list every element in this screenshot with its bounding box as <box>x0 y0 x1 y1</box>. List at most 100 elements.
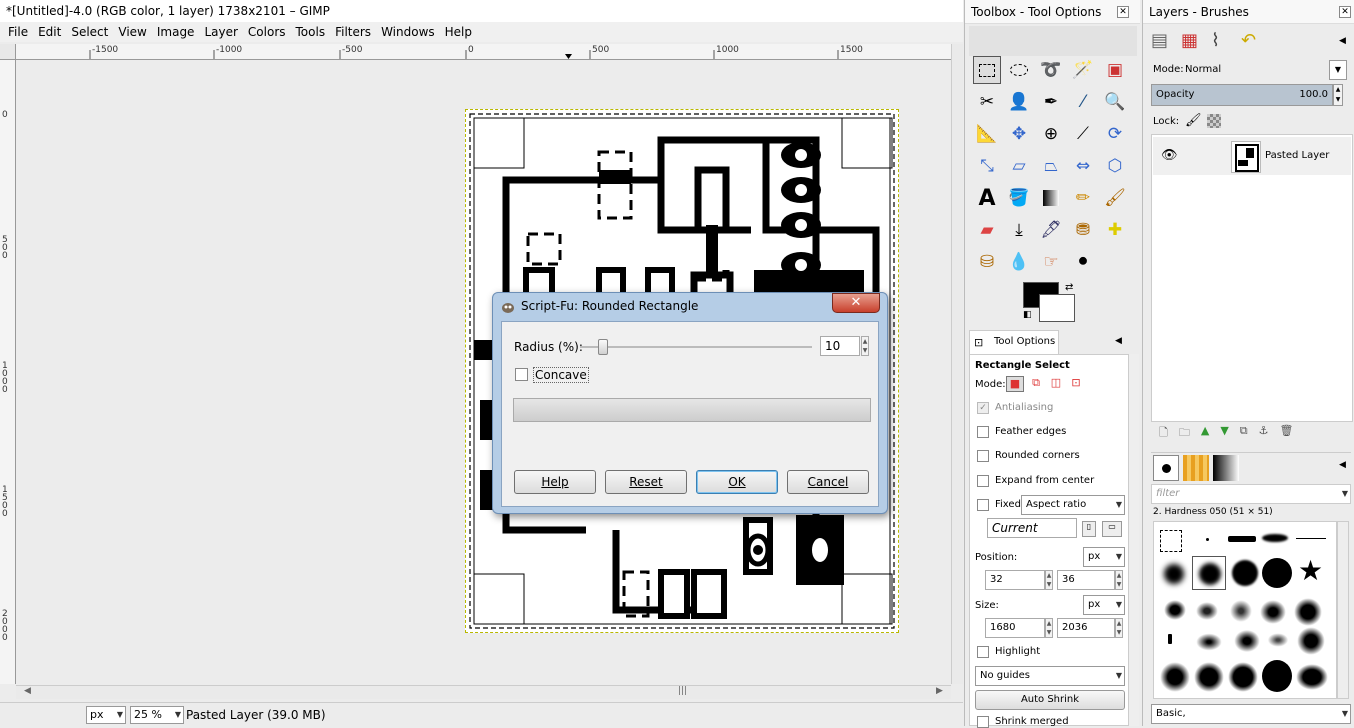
crop-icon[interactable]: ⟋ <box>1069 120 1097 148</box>
fixed-checkbox[interactable] <box>977 499 989 511</box>
horizontal-ruler[interactable]: -1500 -1000 -500 0 500 1000 1500 <box>16 44 951 60</box>
brush-item[interactable] <box>1196 602 1218 620</box>
shear-icon[interactable]: ▱ <box>1005 152 1033 180</box>
auto-shrink-button[interactable]: Auto Shrink <box>975 690 1125 710</box>
unit-select[interactable]: px ▼ <box>86 706 126 724</box>
size-height-input[interactable]: 2036 <box>1057 618 1115 638</box>
free-select-icon[interactable]: ➰ <box>1037 56 1065 84</box>
rounded-corners-checkbox[interactable] <box>977 450 989 462</box>
fuzzy-select-icon[interactable]: 🪄 <box>1069 56 1097 84</box>
paths-tab-icon[interactable]: ⌇ <box>1211 30 1237 56</box>
background-color[interactable] <box>1039 294 1075 322</box>
position-x-input[interactable]: 32 <box>985 570 1045 590</box>
gradients-tab-icon[interactable] <box>1213 455 1239 481</box>
brush-item[interactable] <box>1168 634 1172 644</box>
radius-slider[interactable] <box>580 346 812 348</box>
flip-icon[interactable]: ⇔ <box>1069 152 1097 180</box>
paths-icon[interactable]: ✒ <box>1037 88 1065 116</box>
landscape-icon[interactable]: ▭ <box>1102 521 1122 537</box>
brush-grid[interactable]: ★ <box>1153 521 1337 699</box>
channels-tab-icon[interactable]: ▦ <box>1181 30 1207 56</box>
wilber-drop-area[interactable] <box>969 26 1137 56</box>
menu-layer[interactable]: Layer <box>200 22 241 42</box>
brush-item[interactable] <box>1164 600 1186 620</box>
menu-edit[interactable]: Edit <box>34 22 65 42</box>
mode-replace-icon[interactable]: ■ <box>1006 376 1024 392</box>
feather-edges-checkbox[interactable] <box>977 426 989 438</box>
lock-alpha-icon[interactable] <box>1207 114 1221 128</box>
perspective-icon[interactable]: ⏢ <box>1037 152 1065 180</box>
mode-subtract-icon[interactable]: ◫ <box>1047 376 1065 392</box>
position-x-spinner[interactable]: ▲ ▼ <box>1045 570 1053 590</box>
radius-spinner[interactable]: ▲ ▼ <box>861 336 869 356</box>
brush-item[interactable] <box>1164 564 1184 584</box>
guides-select[interactable]: No guides ▼ <box>975 666 1125 686</box>
brush-item[interactable] <box>1194 662 1224 692</box>
brush-item[interactable] <box>1294 598 1322 626</box>
brush-item[interactable] <box>1260 600 1286 624</box>
paintbrush-icon[interactable]: 🖌 <box>1101 184 1129 212</box>
size-width-input[interactable]: 1680 <box>985 618 1045 638</box>
size-width-spinner[interactable]: ▲ ▼ <box>1045 618 1053 638</box>
radius-input[interactable]: 10 <box>820 336 860 356</box>
brush-item[interactable] <box>1262 660 1292 692</box>
brush-item[interactable] <box>1296 626 1326 656</box>
new-layer-icon[interactable]: 🗋 <box>1159 424 1168 442</box>
menu-help[interactable]: Help <box>441 22 476 42</box>
airbrush-icon[interactable]: ⤓ <box>1005 216 1033 244</box>
zoom-select[interactable]: 25 % ▼ <box>130 706 184 724</box>
color-picker-icon[interactable]: ⁄ <box>1069 88 1097 116</box>
swap-colors-icon[interactable]: ⇄ <box>1065 282 1073 293</box>
brush-item[interactable] <box>1160 530 1182 552</box>
scroll-left-arrow-icon[interactable]: ◀ <box>24 686 31 696</box>
heal-icon[interactable]: ✚ <box>1101 216 1129 244</box>
close-icon[interactable]: ✕ <box>832 293 880 313</box>
scale-icon[interactable]: ⤡ <box>973 152 1001 180</box>
mode-add-icon[interactable]: ⧉ <box>1027 376 1045 392</box>
panel-menu-icon[interactable]: ◀ <box>1339 36 1346 46</box>
vertical-ruler[interactable]: 0 500 1000 1500 2000 <box>0 60 16 684</box>
brush-filter-input[interactable]: filter ▼ <box>1151 484 1351 504</box>
menu-file[interactable]: File <box>4 22 32 42</box>
brush-item[interactable] <box>1206 538 1209 541</box>
fixed-select[interactable]: Aspect ratio ▼ <box>1021 495 1125 515</box>
brush-item[interactable] <box>1296 664 1328 690</box>
horizontal-scrollbar[interactable]: ◀ ||| ▶ <box>16 685 951 699</box>
cancel-button[interactable]: Cancel <box>787 470 869 494</box>
menu-select[interactable]: Select <box>67 22 112 42</box>
align-icon[interactable]: ⊕ <box>1037 120 1065 148</box>
cage-icon[interactable]: ⬡ <box>1101 152 1129 180</box>
blur-icon[interactable]: 💧 <box>1005 248 1033 276</box>
duplicate-layer-icon[interactable]: ⧉ <box>1240 424 1248 442</box>
current-field[interactable]: Current <box>987 518 1077 538</box>
portrait-icon[interactable]: ▯ <box>1082 521 1096 537</box>
default-colors-icon[interactable]: ◧ <box>1023 310 1032 320</box>
highlight-checkbox[interactable] <box>977 646 989 658</box>
expand-from-center-checkbox[interactable] <box>977 475 989 487</box>
brush-item[interactable] <box>1194 632 1224 652</box>
menu-tools[interactable]: Tools <box>292 22 330 42</box>
panel-menu-icon[interactable]: ◀ <box>1339 460 1346 470</box>
menu-filters[interactable]: Filters <box>331 22 375 42</box>
text-icon[interactable]: A <box>973 184 1001 212</box>
position-y-input[interactable]: 36 <box>1057 570 1115 590</box>
dodge-burn-icon[interactable]: ⚫ <box>1069 248 1097 276</box>
layer-row[interactable]: 👁 Pasted Layer <box>1153 137 1351 175</box>
eraser-icon[interactable]: ▰ <box>973 216 1001 244</box>
selected-brush[interactable] <box>1192 556 1226 590</box>
chevron-down-icon[interactable]: ▼ <box>1329 60 1347 80</box>
perspective-clone-icon[interactable]: ⛁ <box>973 248 1001 276</box>
opacity-spinner[interactable]: ▲ ▼ <box>1333 84 1343 106</box>
patterns-tab-icon[interactable] <box>1183 455 1209 481</box>
lower-layer-icon[interactable]: ▼ <box>1220 424 1228 442</box>
zoom-icon[interactable]: 🔍 <box>1101 88 1129 116</box>
close-icon[interactable]: ✕ <box>1117 6 1129 18</box>
lock-pixels-icon[interactable]: 🖌 <box>1185 113 1202 128</box>
position-y-spinner[interactable]: ▲ ▼ <box>1115 570 1123 590</box>
brush-item[interactable] <box>1296 538 1326 539</box>
scroll-grip-icon[interactable]: ||| <box>678 686 687 696</box>
brush-item[interactable] <box>1262 534 1288 542</box>
ok-button[interactable]: OK <box>696 470 778 494</box>
brush-item[interactable] <box>1262 558 1292 588</box>
foreground-select-icon[interactable]: 👤 <box>1005 88 1033 116</box>
